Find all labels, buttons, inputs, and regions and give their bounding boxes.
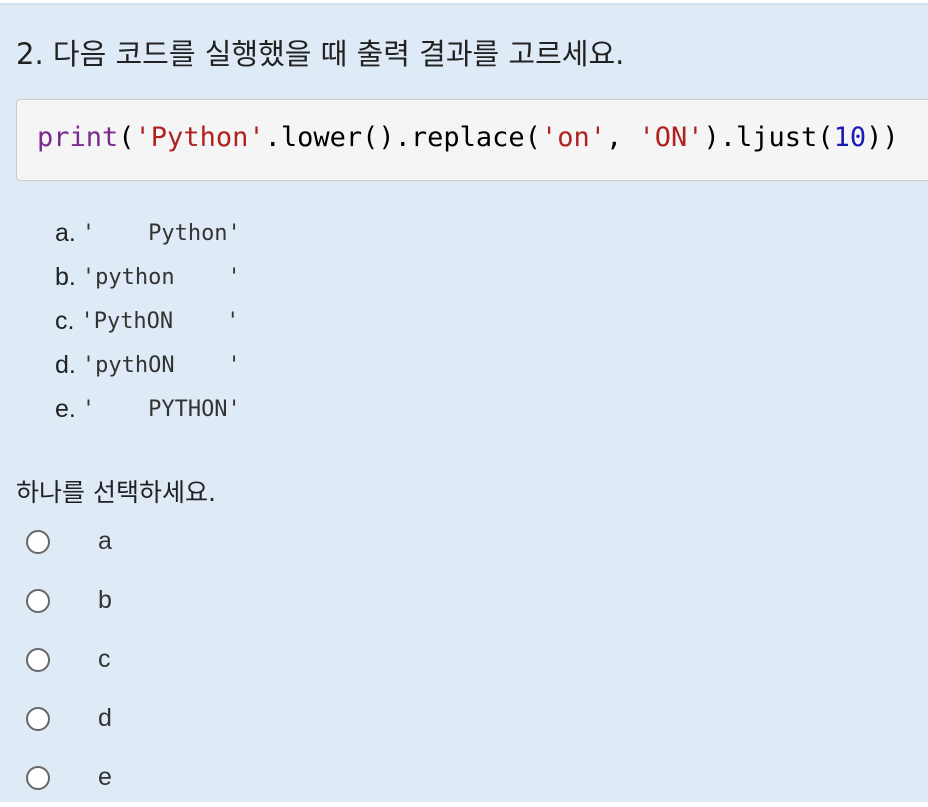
choice-text: 'pythON ' <box>81 352 241 378</box>
code-line: print('Python'.lower().replace('on', 'ON… <box>37 122 899 153</box>
choice-text: 'PythON ' <box>80 308 240 334</box>
choice-letter: c. <box>55 306 75 335</box>
choice-text: 'python ' <box>81 264 241 290</box>
code-paren-open: ( <box>118 122 135 153</box>
code-string-ON: 'ON' <box>638 122 704 153</box>
choice-letter: e. <box>55 394 76 423</box>
choice-item-a: a. ' Python' <box>55 211 241 255</box>
question-title: 2. 다음 코드를 실행했을 때 출력 결과를 고르세요. <box>16 37 625 71</box>
answer-prompt: 하나를 선택하세요. <box>16 478 216 507</box>
code-number: 10 <box>833 122 867 153</box>
choice-item-d: d.'pythON ' <box>55 343 241 387</box>
radio-button-b[interactable] <box>26 588 50 613</box>
choice-letter: d. <box>55 350 76 379</box>
choice-item-e: e. ' PYTHON' <box>55 387 241 431</box>
code-paren-close: )) <box>866 122 899 153</box>
answer-radio-group: a b c d e <box>26 512 112 807</box>
answer-label[interactable]: d <box>98 704 112 733</box>
choice-text: ' Python' <box>81 220 241 246</box>
code-string-python: 'Python' <box>134 122 265 153</box>
question-panel: 2. 다음 코드를 실행했을 때 출력 결과를 고르세요. print('Pyt… <box>0 3 928 802</box>
code-ljust: ).ljust( <box>703 122 834 153</box>
code-block: print('Python'.lower().replace('on', 'ON… <box>16 99 928 181</box>
answer-option-d[interactable]: d <box>26 689 112 748</box>
answer-option-e[interactable]: e <box>26 748 112 807</box>
answer-option-b[interactable]: b <box>26 571 112 630</box>
radio-button-c[interactable] <box>26 647 50 672</box>
choice-item-c: c. 'PythON ' <box>55 299 241 343</box>
choice-letter: b. <box>55 262 76 291</box>
radio-button-e[interactable] <box>26 765 50 790</box>
code-function: print <box>37 122 119 153</box>
answer-label[interactable]: c <box>98 645 111 674</box>
choice-item-b: b.'python ' <box>55 255 241 299</box>
answer-label[interactable]: b <box>98 586 112 615</box>
code-comma: , <box>605 122 639 153</box>
choice-text: ' PYTHON' <box>81 396 241 422</box>
answer-label[interactable]: e <box>98 763 112 792</box>
code-method-chain: .lower().replace( <box>264 122 541 153</box>
code-string-on: 'on' <box>540 122 606 153</box>
radio-button-d[interactable] <box>26 706 50 731</box>
choice-letter: a. <box>55 218 76 247</box>
choice-list: a. ' Python' b.'python ' c. 'PythON ' d.'p… <box>55 211 241 431</box>
answer-option-c[interactable]: c <box>26 630 112 689</box>
answer-label[interactable]: a <box>98 527 112 556</box>
answer-option-a[interactable]: a <box>26 512 112 571</box>
radio-button-a[interactable] <box>26 529 50 554</box>
